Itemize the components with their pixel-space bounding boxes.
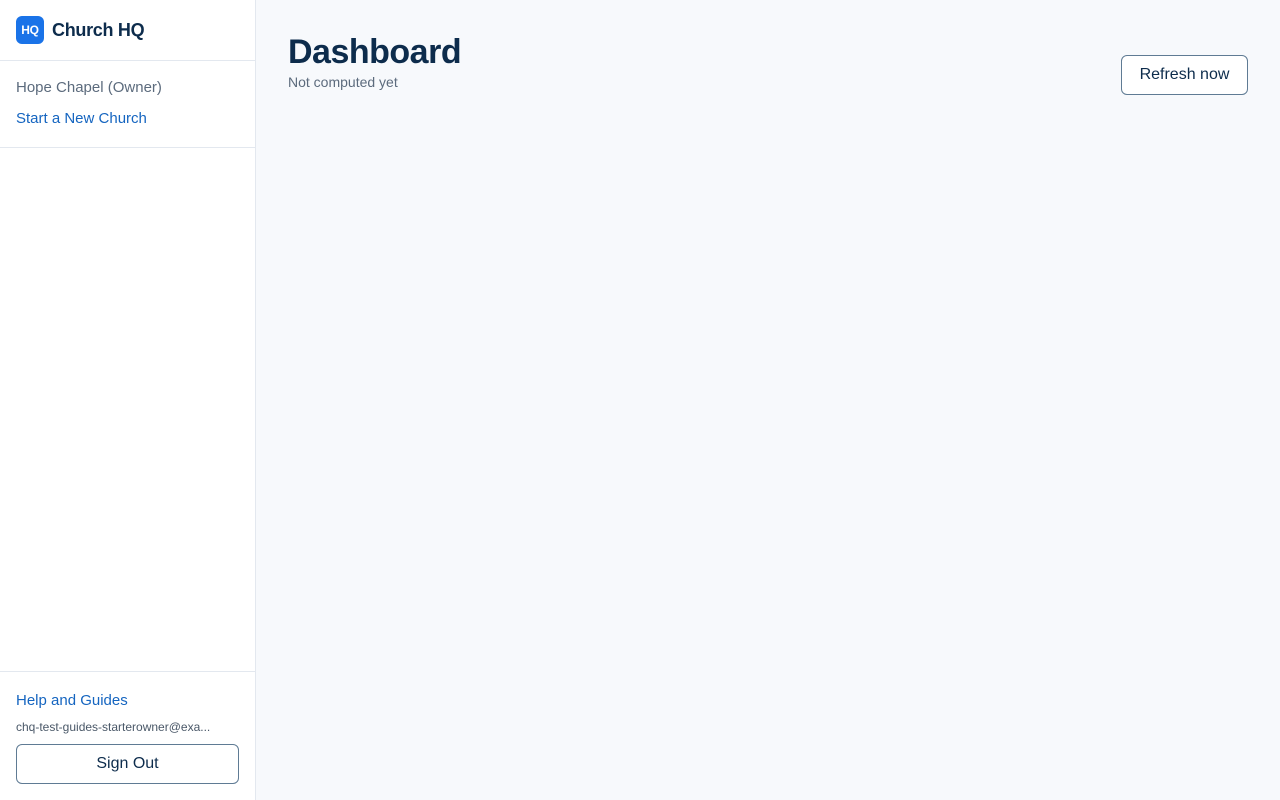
logo-icon: HQ: [16, 16, 44, 44]
brand-name: Church HQ: [52, 19, 145, 40]
title-block: Dashboard Not computed yet: [288, 32, 462, 90]
sidebar: HQ Church HQ Hope Chapel (Owner) Start a…: [0, 0, 256, 800]
refresh-now-button[interactable]: Refresh now: [1121, 55, 1248, 95]
brand-header: HQ Church HQ: [0, 0, 255, 61]
app-root: HQ Church HQ Hope Chapel (Owner) Start a…: [0, 0, 1280, 800]
sidebar-footer: Help and Guides chq-test-guides-startero…: [0, 671, 255, 800]
sign-out-button[interactable]: Sign Out: [16, 744, 239, 784]
page-header: Dashboard Not computed yet Refresh now: [288, 32, 1248, 95]
page-subtitle: Not computed yet: [288, 74, 398, 90]
current-church-label: Hope Chapel (Owner): [16, 79, 162, 96]
main-content: Dashboard Not computed yet Refresh now: [256, 0, 1280, 800]
start-new-church-link[interactable]: Start a New Church: [16, 109, 239, 129]
church-section: Hope Chapel (Owner) Start a New Church: [0, 61, 255, 148]
help-and-guides-link[interactable]: Help and Guides: [16, 691, 239, 711]
user-email: chq-test-guides-starterowner@exa...: [16, 720, 211, 734]
page-title: Dashboard: [288, 33, 462, 71]
